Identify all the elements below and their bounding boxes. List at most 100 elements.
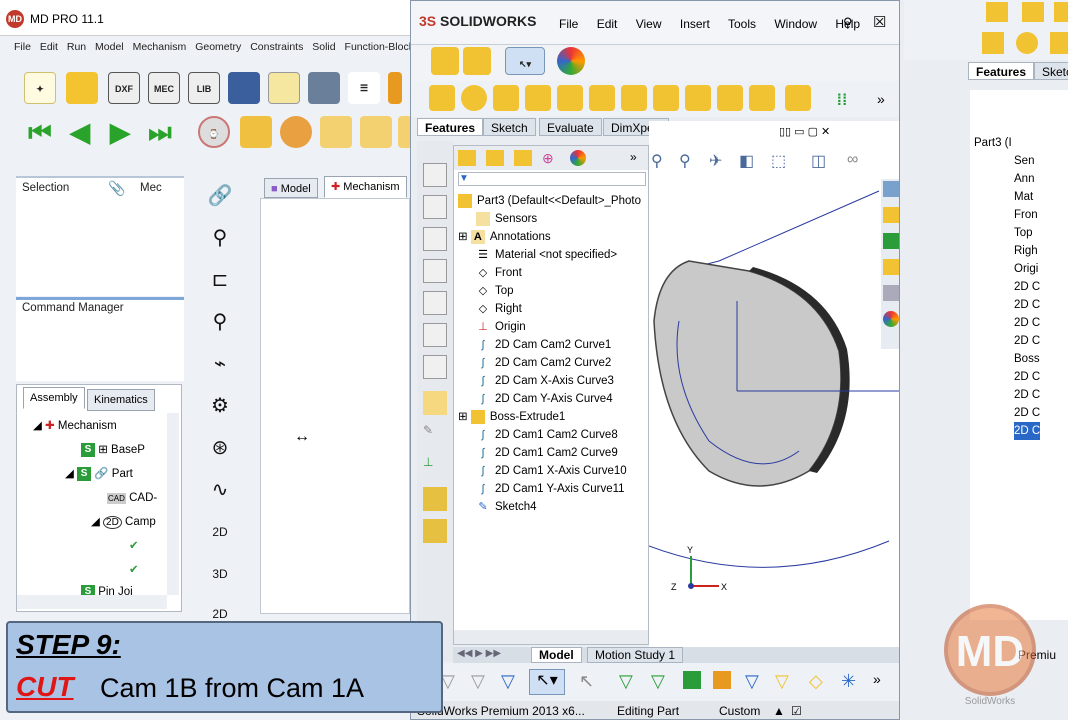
sw-menu-file[interactable]: File — [559, 17, 578, 31]
view-cube-icon[interactable] — [423, 291, 447, 315]
sw-menu-edit[interactable]: Edit — [597, 17, 618, 31]
tree-item-check-1[interactable]: ✔ — [129, 535, 139, 557]
options-icon[interactable] — [431, 47, 459, 75]
list-icon[interactable]: ☰ — [348, 72, 380, 104]
revolve-cut-icon[interactable] — [653, 85, 679, 111]
more-filters-icon[interactable]: » — [873, 671, 881, 687]
tree-item-part3[interactable]: Part3 (Default<<Default>_Photo — [458, 192, 641, 210]
sw2-tree-item[interactable]: Fron — [1014, 206, 1038, 224]
sw2-tree-item[interactable]: Part3 (I — [974, 134, 1012, 152]
config-tab-icon[interactable] — [514, 150, 532, 166]
filter-sketch-icon[interactable] — [713, 671, 731, 689]
sw2-tab-sketch[interactable]: Sketch — [1034, 62, 1068, 80]
view-cube-icon[interactable] — [423, 195, 447, 219]
tree-item-curve4[interactable]: ∫ 2D Cam Y-Axis Curve4 — [476, 390, 612, 408]
sw2-tool-icon[interactable] — [986, 2, 1008, 22]
sw2-tree-item[interactable]: Mat — [1014, 188, 1033, 206]
sw2-tree-item[interactable]: Top — [1014, 224, 1033, 242]
select-arrow-icon[interactable]: ↖▾ — [529, 669, 565, 695]
add-point-icon[interactable]: ⚲ — [202, 304, 238, 340]
tree-item-pinjoint[interactable]: S Pin Joi — [81, 581, 133, 595]
menu-function-block[interactable]: Function-Block — [345, 41, 410, 53]
tab-kinematics[interactable]: Kinematics — [87, 389, 155, 411]
boundary-icon[interactable] — [557, 85, 583, 111]
first-frame-icon[interactable]: ⏮ — [24, 116, 56, 148]
smart-dimension-icon[interactable]: ✎ — [423, 423, 447, 447]
last-frame-icon[interactable]: ⏭ — [144, 116, 176, 148]
add-magnet-icon[interactable]: ⌁ — [202, 346, 238, 382]
lofted-cut-icon[interactable] — [717, 85, 743, 111]
origin-icon[interactable]: ⊥ — [423, 455, 447, 479]
tab-evaluate[interactable]: Evaluate — [539, 118, 602, 136]
sw-menu-window[interactable]: Window — [774, 17, 817, 31]
save-icon[interactable] — [228, 72, 260, 104]
sw2-tree-item[interactable]: 2D C — [1014, 278, 1040, 296]
filter-dimension-icon[interactable]: ▽ — [745, 671, 759, 692]
add-slider-icon[interactable]: ⊏ — [202, 262, 238, 298]
sw-menu-view[interactable]: View — [636, 17, 662, 31]
cam-model-svg[interactable]: Y X Z — [649, 121, 900, 647]
extrude-cut-icon[interactable] — [589, 85, 615, 111]
close-icon[interactable]: ☒ — [873, 13, 886, 31]
menu-model[interactable]: Model — [95, 41, 124, 53]
tree-item-curve9[interactable]: ∫ 2D Cam1 Cam2 Curve9 — [476, 444, 617, 462]
add-gear-icon[interactable]: ⚙ — [202, 388, 238, 424]
menu-run[interactable]: Run — [67, 41, 86, 53]
tree-item-sensors[interactable]: Sensors — [476, 210, 537, 228]
tab-mechanism[interactable]: ✚ Mechanism — [324, 176, 407, 198]
sw2-tree-item[interactable]: 2D C — [1014, 332, 1040, 350]
filter-vertex-icon[interactable]: ▽ — [619, 671, 633, 692]
fillet-icon[interactable] — [785, 85, 811, 111]
filter-point-icon[interactable]: ✳ — [841, 671, 856, 692]
menu-edit[interactable]: Edit — [40, 41, 58, 53]
step-back-icon[interactable]: ◀ — [64, 116, 96, 148]
dimxpert-tab-icon[interactable]: ⊕ — [542, 150, 554, 167]
boundary-cut-icon[interactable] — [749, 85, 775, 111]
sw2-tree-item[interactable]: 2D C — [1014, 386, 1040, 404]
lib-icon[interactable]: LIB — [188, 72, 220, 104]
open-folder-icon[interactable] — [66, 72, 98, 104]
assembly-scrollbar-h[interactable] — [17, 595, 167, 609]
sw2-tool-icon[interactable] — [982, 32, 1004, 54]
loft-icon[interactable] — [525, 85, 551, 111]
tree-item-material[interactable]: ☰ Material <not specified> — [476, 246, 617, 264]
sw2-tool-icon[interactable] — [1016, 32, 1038, 54]
tree-item-curve11[interactable]: ∫ 2D Cam1 Y-Axis Curve11 — [476, 480, 624, 498]
sw2-tool-icon[interactable] — [1022, 2, 1044, 22]
sw2-tree-item[interactable]: Ann — [1014, 170, 1034, 188]
paperclip-icon[interactable]: 📎 — [108, 180, 125, 197]
view-cube-icon[interactable] — [423, 355, 447, 379]
tab-features[interactable]: Features — [417, 118, 484, 136]
sw2-tab-features[interactable]: Features — [968, 62, 1035, 80]
tree-item-right[interactable]: ◇ Right — [476, 300, 522, 318]
new-file-icon[interactable]: ✦ — [24, 72, 56, 104]
plot-icon[interactable] — [360, 116, 392, 148]
view-cube-icon[interactable] — [423, 163, 447, 187]
sw2-tree-item[interactable]: 2D C — [1014, 404, 1040, 422]
pin-icon[interactable]: ⚲ — [843, 15, 853, 31]
tree-item-cad[interactable]: CAD CAD- — [107, 487, 157, 509]
feature-tree-tab-icon[interactable] — [458, 150, 476, 166]
sw2-tree-item[interactable]: 2D C — [1014, 314, 1040, 332]
tab-assembly[interactable]: Assembly — [23, 387, 85, 409]
tree-item-curve2[interactable]: ∫ 2D Cam Cam2 Curve2 — [476, 354, 611, 372]
sw2-tree-item[interactable]: 2D C — [1014, 368, 1040, 386]
expand-icon[interactable]: » — [630, 150, 637, 164]
fm-scrollbar-h[interactable] — [454, 630, 648, 644]
tab-model-3d[interactable]: Model — [531, 647, 582, 663]
menu-solid[interactable]: Solid — [312, 41, 335, 53]
tab-sketch[interactable]: Sketch — [483, 118, 536, 136]
library-icon[interactable] — [883, 233, 899, 249]
menu-geometry[interactable]: Geometry — [195, 41, 241, 53]
tree-item-front[interactable]: ◇ Front — [476, 264, 522, 282]
clock-icon[interactable]: ⌚ — [198, 116, 230, 148]
tree-item-part[interactable]: ◢ S 🔗 Part — [65, 463, 133, 485]
sweep-icon[interactable] — [493, 85, 519, 111]
add-spring-icon[interactable]: ∿ — [202, 472, 238, 508]
add-2d-cam-icon[interactable]: 2D — [202, 514, 238, 550]
tree-item-mechanism[interactable]: ◢ ✚ Mechanism — [33, 415, 117, 437]
tree-item-curve10[interactable]: ∫ 2D Cam1 X-Axis Curve10 — [476, 462, 626, 480]
graph-tool-icon[interactable] — [240, 116, 272, 148]
add-link-icon[interactable]: 🔗 — [202, 178, 238, 214]
tree-item-basepart[interactable]: S ⊞ BaseP — [81, 439, 145, 461]
